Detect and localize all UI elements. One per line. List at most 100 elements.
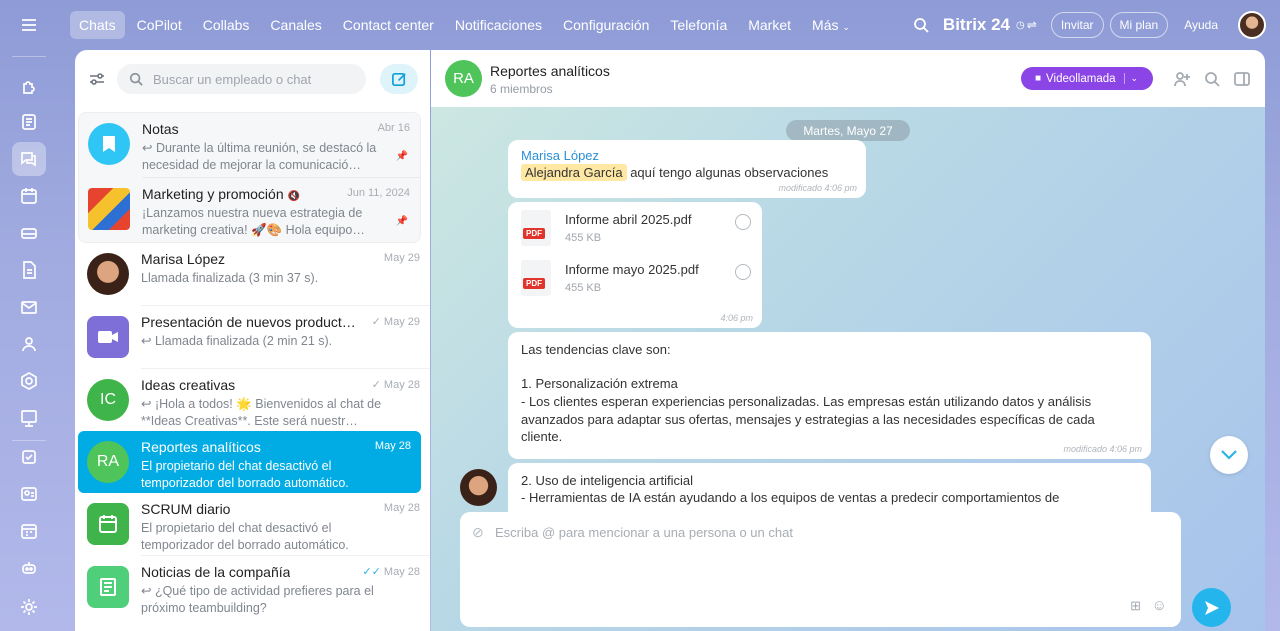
id-card-icon[interactable] (12, 477, 46, 511)
chat-date: May 28 (374, 440, 411, 452)
message-body: aquí tengo algunas observaciones (630, 165, 829, 180)
my-plan-button[interactable]: Mi plan (1109, 12, 1169, 38)
calendar-icon[interactable] (12, 179, 46, 213)
nav-notificaciones[interactable]: Notificaciones (446, 11, 551, 39)
chat-title: Ideas creativas (141, 377, 236, 393)
chat-date: Jun 11, 2024 (347, 187, 410, 199)
mail-icon[interactable] (12, 290, 46, 324)
preview-text: Llamada finalizada (2 min 21 s). (154, 334, 333, 348)
sites-icon[interactable] (12, 401, 46, 435)
chat-item-notas[interactable]: Notas Abr 16 ↩ Durante la última reunión… (79, 113, 420, 177)
message-composer[interactable]: ⊘ Escriba @ para mencionar a una persona… (460, 512, 1181, 627)
chat-item-presentacion[interactable]: Presentación de nuevos product… ✓ May 29… (75, 306, 430, 368)
chat-date-text: May 28 (383, 566, 420, 578)
new-chat-button[interactable] (380, 64, 418, 94)
sliders-icon[interactable]: ⇌ (1027, 18, 1037, 32)
tasks-icon[interactable] (12, 105, 46, 139)
chat-avatar[interactable]: RA (445, 60, 482, 97)
presentation-avatar (87, 316, 129, 358)
video-camera-icon (98, 331, 118, 343)
search-icon (129, 72, 143, 86)
nav-collabs[interactable]: Collabs (194, 11, 259, 39)
chat-item-noticias[interactable]: Noticias de la compañía ✓✓ May 28 ↩ ¿Qué… (75, 556, 430, 618)
chat-item-ideas-creativas[interactable]: IC Ideas creativas ✓ May 28 ↩ ¡Hola a to… (75, 369, 430, 431)
search-icon[interactable] (1203, 70, 1221, 88)
video-call-button[interactable]: ■ Videollamada ⌄ (1021, 67, 1153, 90)
video-camera-icon: ■ (1035, 73, 1042, 84)
chat-preview: Llamada finalizada (3 min 37 s). (141, 271, 319, 285)
chats-icon[interactable] (12, 142, 46, 176)
mute-icon: 🔇 (287, 191, 300, 202)
sidebar-toggle-icon[interactable] (1233, 70, 1251, 88)
nav-market[interactable]: Market (739, 11, 800, 39)
crm-icon[interactable] (12, 364, 46, 398)
mention[interactable]: Alejandra García (521, 164, 627, 181)
user-avatar[interactable] (1238, 11, 1266, 39)
chat-members-count[interactable]: 6 miembros (490, 82, 553, 96)
apps-grid-icon[interactable]: ⊞ (1130, 598, 1141, 614)
chat-date-text: May 29 (383, 316, 420, 328)
chat-title[interactable]: Reportes analíticos (490, 63, 610, 79)
message-meta: modificado 4:06 pm (778, 183, 857, 193)
bitrix-logo[interactable]: Bitrix 24 (943, 15, 1010, 35)
top-navigation: Chats CoPilot Collabs Canales Contact ce… (70, 0, 1280, 50)
message-author[interactable]: Marisa López (521, 148, 599, 163)
nav-telefonia[interactable]: Telefonía (661, 11, 736, 39)
robot-icon[interactable] (12, 551, 46, 585)
puzzle-icon[interactable] (12, 68, 46, 102)
help-button[interactable]: Ayuda (1174, 12, 1228, 38)
nav-contact-center[interactable]: Contact center (334, 11, 443, 39)
chat-item-marisa-lopez[interactable]: Marisa López May 29 Llamada finalizada (… (75, 243, 430, 305)
settings-gear-icon[interactable] (12, 590, 46, 624)
chat-preview: ↩ Durante la última reunión, se destacó … (142, 141, 377, 172)
emoji-icon[interactable]: ☺ (1152, 597, 1167, 614)
message-bubble[interactable]: PDF Informe abril 2025.pdf 455 KB PDF In… (508, 202, 762, 328)
nav-canales[interactable]: Canales (261, 11, 330, 39)
chat-item-scrum-diario[interactable]: SCRUM diario May 28 El propietario del c… (75, 493, 430, 555)
message-bubble[interactable]: Las tendencias clave son: 1. Personaliza… (508, 332, 1151, 459)
left-rail (0, 0, 60, 631)
checkbox-icon[interactable] (12, 440, 46, 474)
file-size: 455 KB (565, 232, 602, 244)
sender-avatar[interactable] (460, 469, 497, 506)
download-icon[interactable] (735, 264, 751, 280)
chat-date: ✓ May 28 (372, 378, 420, 391)
chevron-down-icon[interactable]: ⌄ (1123, 73, 1138, 84)
chat-preview: ¡Lanzamos nuestra nueva estrategia de ma… (142, 206, 365, 237)
menu-icon[interactable] (12, 8, 46, 42)
chat-date-text: May 28 (383, 379, 420, 391)
chat-item-reportes-analiticos[interactable]: RA Reportes analíticos May 28 El propiet… (78, 431, 421, 493)
attach-icon[interactable]: ⊘ (472, 524, 484, 541)
send-button[interactable] (1192, 588, 1231, 627)
file-attachment[interactable]: PDF Informe abril 2025.pdf 455 KB (521, 210, 751, 250)
search-icon[interactable] (913, 17, 929, 33)
message-bubble[interactable]: Marisa López Alejandra García aquí tengo… (508, 140, 866, 198)
chevron-down-icon (1221, 450, 1237, 460)
message-text: 1. Personalización extrema (521, 376, 678, 391)
nav-more[interactable]: Más ⌄ (803, 11, 859, 39)
message-text: - Los clientes esperan experiencias pers… (521, 394, 1095, 444)
filter-icon[interactable] (87, 69, 107, 89)
add-user-icon[interactable] (1173, 70, 1191, 88)
nav-copilot[interactable]: CoPilot (128, 11, 191, 39)
search-input[interactable]: Buscar un empleado o chat (117, 64, 366, 94)
reportes-avatar: RA (87, 441, 129, 483)
file-attachment[interactable]: PDF Informe mayo 2025.pdf 455 KB (521, 260, 751, 300)
schedule-icon[interactable] (12, 514, 46, 548)
download-icon[interactable] (735, 214, 751, 230)
chat-title: Noticias de la compañía (141, 564, 291, 580)
nav-chats[interactable]: Chats (70, 11, 125, 39)
scrum-avatar (87, 503, 129, 545)
newspaper-icon (100, 578, 116, 596)
chat-date: ✓✓ May 28 (362, 565, 420, 578)
nav-more-label: Más (812, 17, 839, 33)
drive-icon[interactable] (12, 216, 46, 250)
nav-configuracion[interactable]: Configuración (554, 11, 658, 39)
document-icon[interactable] (12, 253, 46, 287)
invite-button[interactable]: Invitar (1050, 12, 1104, 38)
chevron-down-icon: ⌄ (842, 22, 850, 32)
contacts-icon[interactable] (12, 327, 46, 361)
chat-item-marketing[interactable]: Marketing y promoción 🔇 Jun 11, 2024 ¡La… (79, 178, 420, 242)
rail-divider (12, 56, 46, 57)
scroll-down-button[interactable] (1210, 436, 1248, 474)
